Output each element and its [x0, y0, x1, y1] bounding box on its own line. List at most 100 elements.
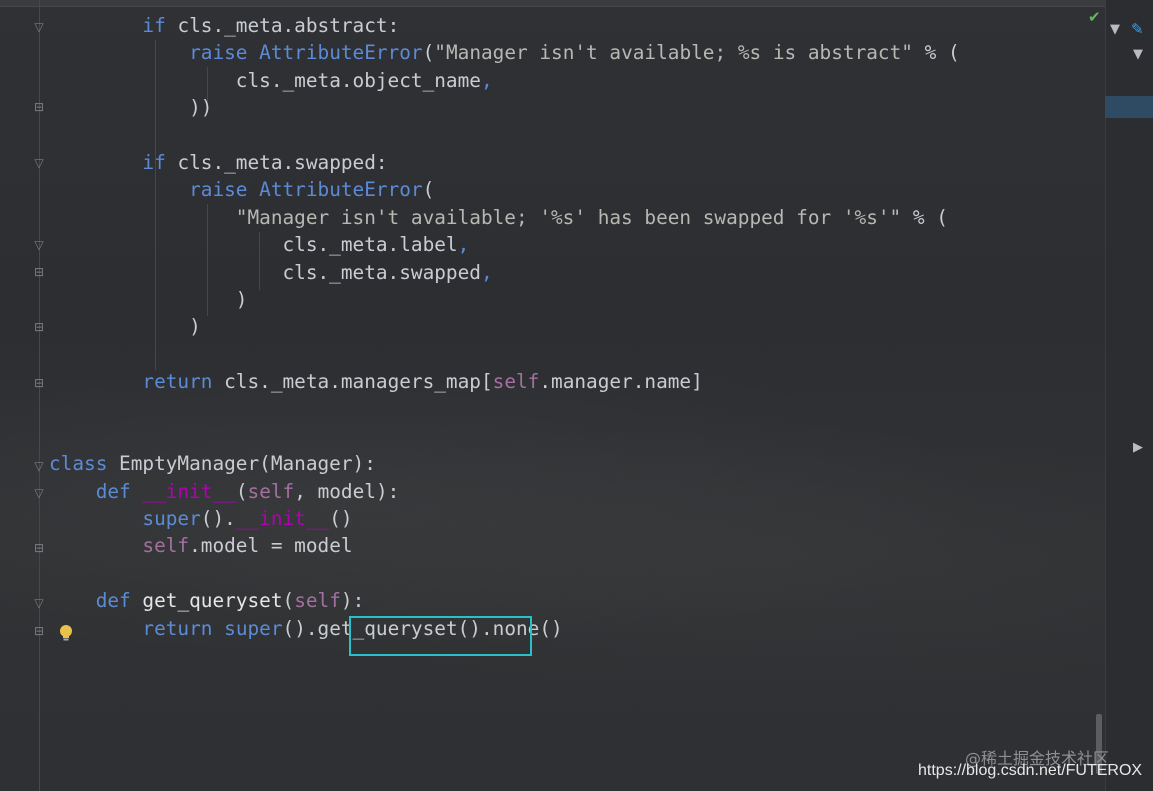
code-line[interactable]: cls._meta.label, — [0, 231, 960, 258]
code-token: ): — [340, 589, 365, 613]
code-token: ( — [282, 589, 295, 613]
code-token: __init__ — [142, 479, 236, 503]
code-line[interactable]: raise AttributeError( — [0, 176, 960, 203]
code-token: class — [49, 452, 108, 476]
code-token: def — [95, 479, 131, 503]
code-line[interactable]: if cls._meta.abstract: — [0, 12, 960, 39]
watermark-url: https://blog.csdn.net/FUTEROX — [918, 762, 1143, 779]
code-line[interactable]: "Manager isn't available; '%s' has been … — [0, 204, 960, 231]
editor-top-border — [0, 0, 1105, 7]
code-line[interactable]: ) — [0, 286, 960, 313]
code-token: , — [480, 260, 493, 284]
code-token: % ( — [912, 41, 960, 65]
code-line[interactable]: self.model = model — [0, 532, 960, 559]
code-line[interactable]: super().__init__() — [0, 505, 960, 532]
code-token: self — [142, 534, 190, 558]
code-token: super — [142, 507, 201, 531]
code-line[interactable] — [0, 122, 960, 149]
code-token: ( — [235, 479, 248, 503]
code-token: (). — [200, 507, 236, 531]
code-line[interactable]: return cls._meta.managers_map[self.manag… — [0, 368, 960, 395]
code-line[interactable]: cls._meta.swapped, — [0, 259, 960, 286]
code-token: self — [492, 370, 540, 394]
feather-icon[interactable]: ✎ — [1131, 20, 1144, 38]
code-line[interactable] — [0, 560, 960, 587]
code-token: ) — [189, 315, 201, 339]
code-token: AttributeError — [259, 41, 423, 65]
code-line[interactable]: )) — [0, 94, 960, 121]
right-tool-strip — [1105, 0, 1153, 791]
code-token: ( — [422, 41, 435, 65]
code-token: return — [142, 370, 213, 394]
code-token: if — [142, 14, 166, 37]
code-token: , model): — [294, 479, 400, 503]
code-token: % ( — [901, 205, 948, 229]
code-token: self — [247, 479, 295, 503]
code-editor[interactable]: ▽ ⊟ ▽ ▽ ⊟ ⊟ ⊟ ▽ ▽ ⊟ ▽ ⊟ if cls._meta.abs… — [0, 0, 1153, 791]
code-token: raise — [189, 41, 248, 65]
code-line[interactable] — [0, 395, 960, 422]
code-token: "Manager isn't available; %s is abstract… — [434, 41, 913, 65]
code-line[interactable]: def get_queryset(self): — [0, 587, 960, 614]
code-line[interactable]: cls._meta.object_name, — [0, 67, 960, 94]
code-token: .manager.name] — [539, 370, 703, 394]
code-line[interactable]: def __init__(self, model): — [0, 478, 960, 505]
code-token: ( — [422, 178, 435, 202]
code-line[interactable] — [0, 423, 960, 450]
code-line[interactable]: class EmptyManager(Manager): — [0, 450, 960, 477]
checkmark-icon[interactable]: ✔ — [1088, 8, 1101, 26]
code-token: self — [294, 589, 341, 613]
code-line[interactable]: if cls._meta.swapped: — [0, 149, 960, 176]
code-line[interactable] — [0, 341, 960, 368]
code-token: return — [142, 616, 213, 640]
code-line[interactable]: raise AttributeError("Manager isn't avai… — [0, 39, 960, 66]
code-token: EmptyManager(Manager): — [107, 452, 376, 476]
code-token: .model = model — [189, 534, 353, 558]
code-token: if — [142, 150, 166, 174]
code-token: , — [457, 233, 470, 257]
code-token: get_queryset — [142, 589, 283, 613]
code-line[interactable]: ) — [0, 313, 960, 340]
triangle-down-icon[interactable]: ▼ — [1110, 22, 1120, 37]
code-token: ) — [235, 287, 248, 311]
code-token: super — [224, 616, 283, 640]
triangle-right-icon[interactable]: ▶ — [1133, 440, 1143, 455]
code-token: cls._meta.swapped: — [165, 150, 388, 174]
code-token: AttributeError — [259, 178, 423, 202]
code-token: cls._meta.label — [282, 233, 458, 257]
code-text[interactable]: if cls._meta.abstract: raise AttributeEr… — [0, 12, 960, 642]
code-token: __init__ — [235, 507, 330, 531]
code-token: cls._meta.managers_map[ — [212, 370, 493, 394]
triangle-down-icon[interactable]: ▼ — [1133, 47, 1143, 62]
code-token: raise — [189, 178, 248, 202]
code-token: cls._meta.abstract: — [165, 14, 400, 37]
error-stripe-marker[interactable] — [1105, 96, 1153, 118]
code-token: def — [95, 589, 131, 613]
code-token: , — [480, 68, 493, 92]
code-token: "Manager isn't available; '%s' has been … — [235, 205, 902, 229]
code-token: cls._meta.object_name — [235, 68, 481, 92]
code-token: )) — [189, 96, 213, 120]
